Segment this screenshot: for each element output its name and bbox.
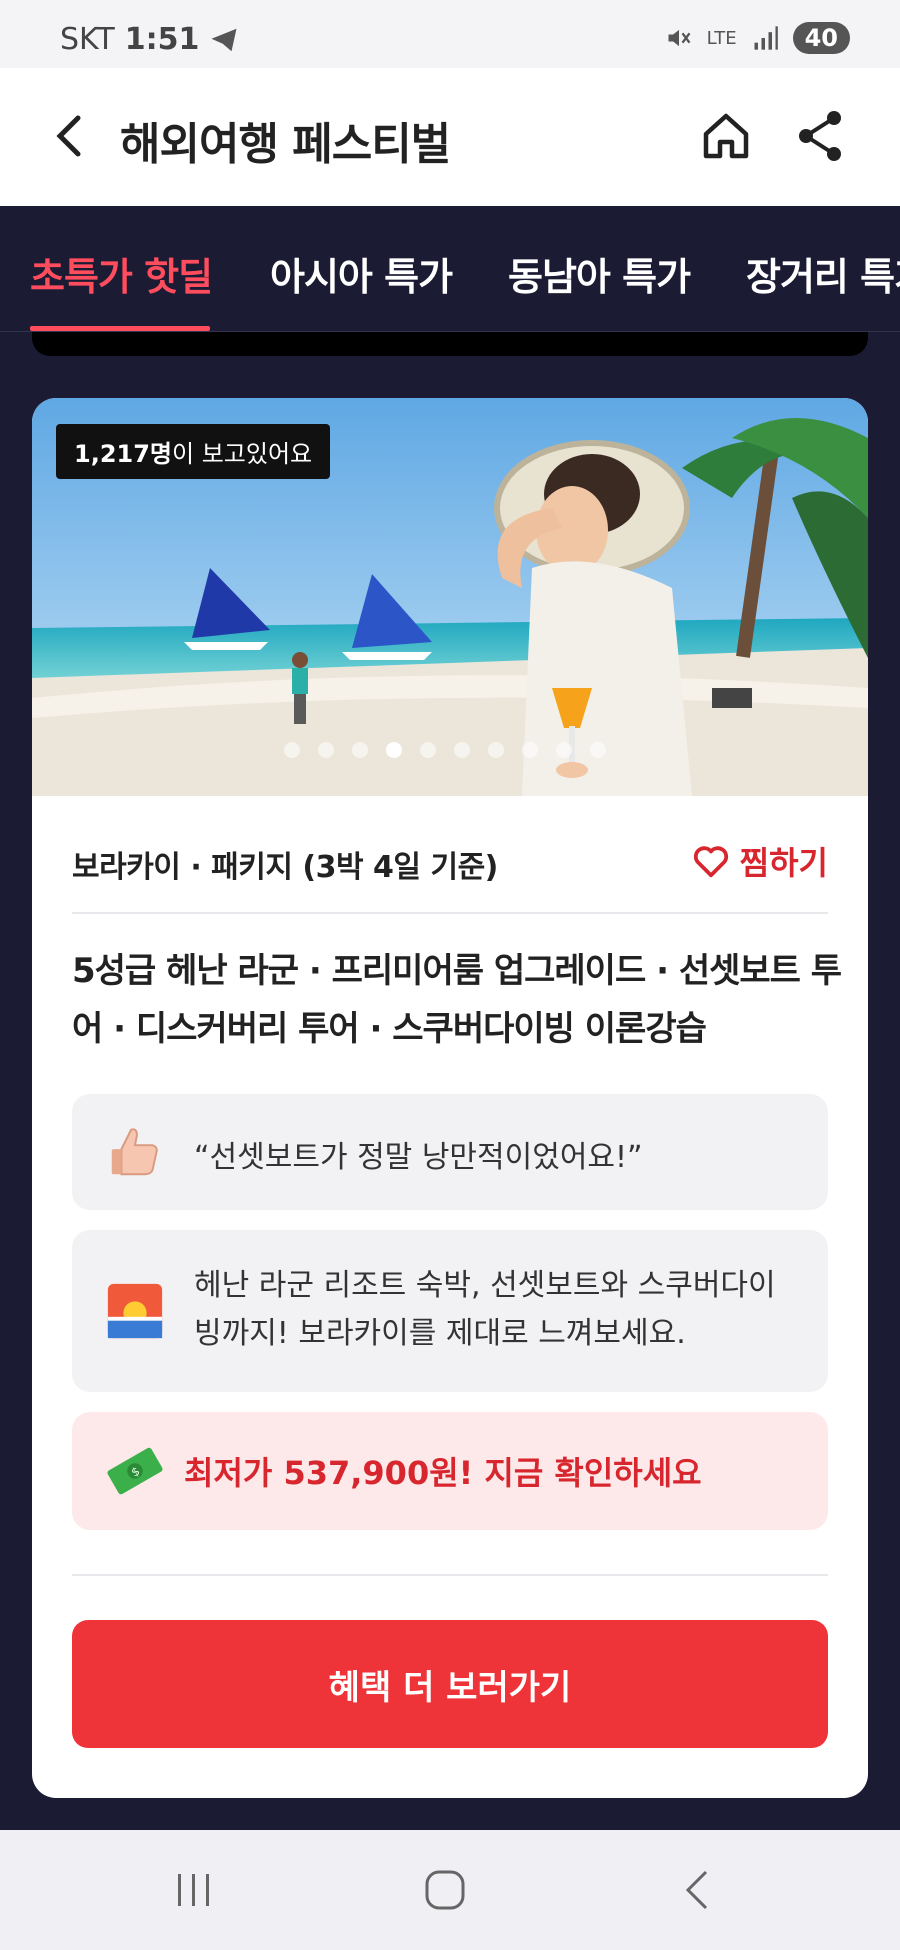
carousel-indicator <box>284 742 606 758</box>
back-icon[interactable] <box>42 106 102 166</box>
carousel-dot[interactable] <box>522 742 538 758</box>
home-nav-icon[interactable] <box>415 1860 475 1920</box>
viewer-count: 1,217명 <box>74 440 172 468</box>
carousel-dot[interactable] <box>284 742 300 758</box>
price-box: $ 최저가 537,900원! 지금 확인하세요 <box>72 1412 828 1530</box>
carousel-dot[interactable] <box>352 742 368 758</box>
app-header: 해외여행 페스티벌 <box>0 68 900 206</box>
system-nav-bar <box>0 1830 900 1950</box>
carousel-dot[interactable] <box>556 742 572 758</box>
carousel-dot[interactable] <box>454 742 470 758</box>
home-icon[interactable] <box>696 106 756 166</box>
tab-asia[interactable]: 아시아 특가 <box>270 246 453 301</box>
heart-icon <box>693 846 728 878</box>
divider <box>72 912 828 914</box>
viewer-count-badge: 1,217명이 보고있어요 <box>56 424 331 479</box>
wishlist-label: 찜하기 <box>739 844 828 882</box>
tab-hot-deal[interactable]: 초특가 핫딜 <box>30 246 213 301</box>
recent-apps-icon[interactable] <box>164 1860 224 1920</box>
money-icon: $ <box>107 1447 163 1495</box>
product-highlights: 5성급 헤난 라군 · 프리미어룸 업그레이드 · 선셋보트 투어 · 디스커버… <box>72 951 842 1049</box>
deal-card: 1,217명이 보고있어요 보라카이 · 패키지 (3박 4일 기준) 찜하기 … <box>32 398 868 1798</box>
signal-icon <box>754 26 778 50</box>
tab-long-haul[interactable]: 장거리 특가 <box>746 246 900 301</box>
battery-indicator: 40 <box>792 22 850 54</box>
thumbs-up-icon <box>111 1128 158 1176</box>
carrier-label: SKT <box>60 22 115 57</box>
mute-icon <box>668 29 691 47</box>
category-tabs: 초특가 핫딜 아시아 특가 동남아 특가 장거리 특가 <box>0 206 900 332</box>
share-icon[interactable] <box>790 106 850 166</box>
status-left: SKT 1:51 <box>60 22 239 57</box>
viewer-count-suffix: 이 보고있어요 <box>172 440 313 468</box>
carousel-dot[interactable] <box>420 742 436 758</box>
product-name: 보라카이 · 패키지 (3박 4일 기준) <box>72 850 498 885</box>
divider <box>72 1574 828 1576</box>
tab-southeast-asia[interactable]: 동남아 특가 <box>508 246 691 301</box>
status-bar: SKT 1:51 LTE 40 <box>0 0 900 68</box>
carousel-dot[interactable] <box>590 742 606 758</box>
review-quote: “선셋보트가 정말 낭만적이었어요!” <box>194 1140 643 1175</box>
carousel-dot[interactable] <box>488 742 504 758</box>
sunset-icon <box>107 1283 163 1339</box>
telegram-icon <box>211 28 237 51</box>
product-description: 헤난 라군 리조트 숙박, 선셋보트와 스쿠버다이빙까지! 보라카이를 제대로 … <box>194 1268 776 1351</box>
carousel-dot[interactable] <box>318 742 334 758</box>
hero-image[interactable]: 1,217명이 보고있어요 <box>32 398 868 796</box>
page-title: 해외여행 페스티벌 <box>120 119 451 170</box>
status-right: LTE 40 <box>665 22 850 54</box>
review-box: “선셋보트가 정말 낭만적이었어요!” <box>72 1094 828 1210</box>
lowest-price-text: 최저가 537,900원! 지금 확인하세요 <box>184 1454 702 1492</box>
back-nav-icon[interactable] <box>668 1860 728 1920</box>
description-box: 헤난 라군 리조트 숙박, 선셋보트와 스쿠버다이빙까지! 보라카이를 제대로 … <box>72 1230 828 1392</box>
previous-card-edge <box>32 332 868 356</box>
clock: 1:51 <box>124 22 200 57</box>
wishlist-button[interactable]: 찜하기 <box>692 838 828 884</box>
carousel-dot-active[interactable] <box>386 742 402 758</box>
active-tab-indicator <box>30 326 210 331</box>
network-label: LTE <box>706 27 737 49</box>
see-more-benefits-button[interactable]: 혜택 더 보러가기 <box>72 1620 828 1748</box>
